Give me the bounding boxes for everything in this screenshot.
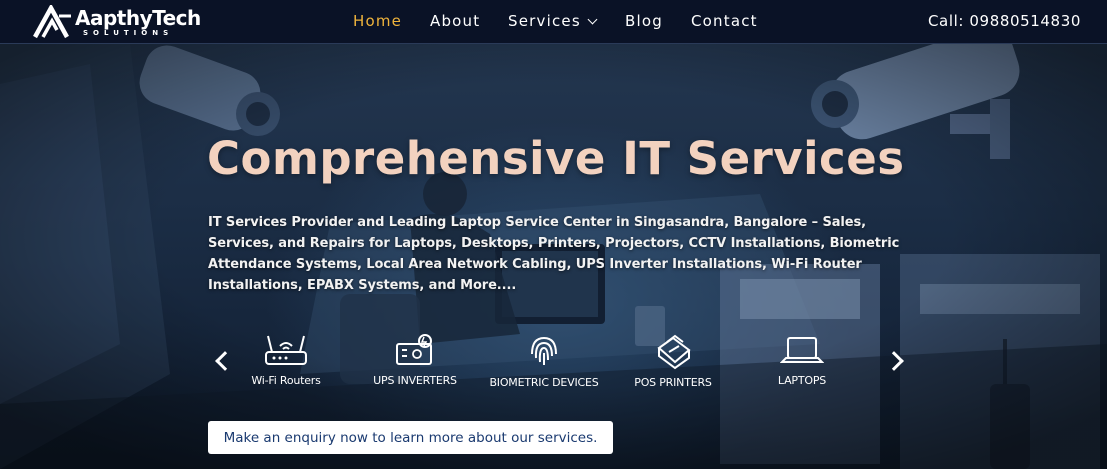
brand-name: AapthyTech (75, 5, 201, 30)
service-label: UPS INVERTERS (373, 374, 457, 387)
service-label: Wi-Fi Routers (251, 374, 321, 387)
service-ups-inverters[interactable]: UPS INVERTERS (350, 332, 480, 387)
service-pos-printers[interactable]: POS PRINTERS (608, 332, 738, 389)
nav-contact[interactable]: Contact (691, 12, 758, 30)
nav-about[interactable]: About (430, 12, 480, 30)
service-label: BIOMETRIC DEVICES (489, 376, 599, 389)
pos-printer-icon (657, 334, 691, 370)
service-laptops[interactable]: LAPTOPS (737, 332, 867, 387)
nav-blog[interactable]: Blog (625, 12, 663, 30)
services-carousel: Wi-Fi Routers UPS INVERTERS BIOMETRIC DE… (0, 332, 1107, 396)
logo-mark-icon (33, 5, 71, 39)
service-wifi-routers[interactable]: Wi-Fi Routers (221, 332, 351, 387)
enquiry-button[interactable]: Make an enquiry now to learn more about … (208, 421, 613, 454)
nav-home[interactable]: Home (353, 12, 402, 30)
carousel-next-icon[interactable] (886, 348, 908, 374)
nav-services-label: Services (508, 12, 581, 30)
call-phone-link[interactable]: Call: 09880514830 (928, 12, 1081, 30)
chevron-down-icon (587, 14, 598, 25)
service-label: POS PRINTERS (634, 376, 712, 389)
hero-title: Comprehensive IT Services (207, 132, 905, 185)
brand-tagline: SOLUTIONS (83, 28, 174, 37)
site-header: AapthyTech SOLUTIONS Home About Services… (0, 0, 1107, 44)
wifi-router-icon (265, 335, 307, 365)
service-label: LAPTOPS (777, 374, 827, 387)
fingerprint-icon (531, 336, 557, 365)
brand-logo[interactable]: AapthyTech SOLUTIONS (33, 5, 201, 39)
hero-description: IT Services Provider and Leading Laptop … (208, 215, 900, 293)
service-biometric-devices[interactable]: BIOMETRIC DEVICES (479, 332, 609, 389)
hero-section: Comprehensive IT Services IT Services Pr… (0, 44, 1107, 469)
laptop-icon (780, 337, 824, 363)
nav-services[interactable]: Services (508, 12, 598, 30)
ups-inverter-icon (396, 334, 432, 365)
